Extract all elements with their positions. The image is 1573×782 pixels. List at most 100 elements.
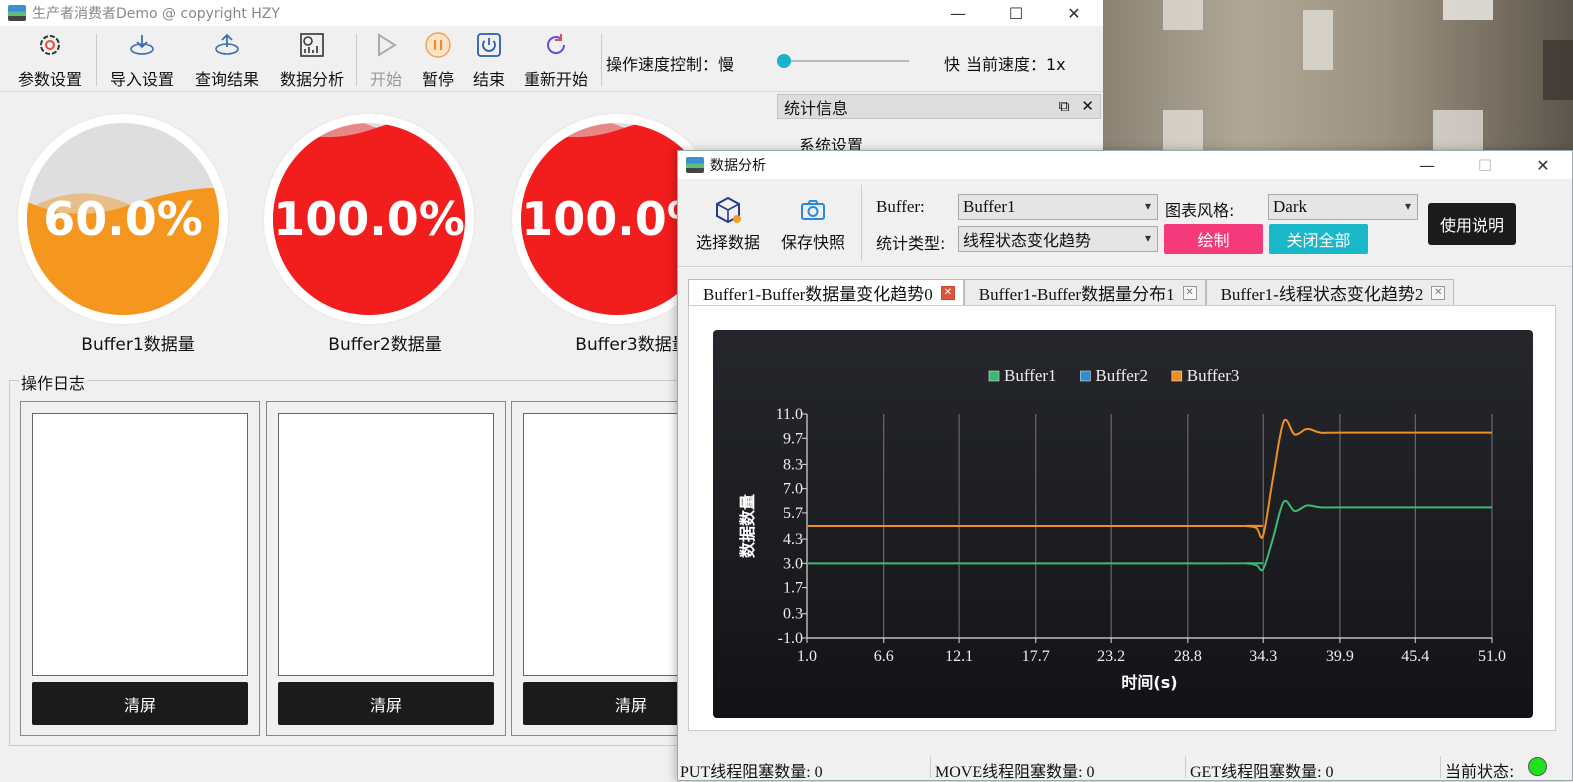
analysis-close-button[interactable]: ✕ [1514,151,1572,179]
close-icon[interactable]: ✕ [1182,286,1197,300]
legend-item-buffer2[interactable]: Buffer2 [1080,366,1148,385]
params-button[interactable]: 参数设置 [14,30,86,90]
buffer1-percent: 60.0% [43,192,203,246]
close-icon[interactable]: ✕ [1431,286,1446,300]
tab-distribution-1[interactable]: Buffer1-Buffer数据量分布1 ✕ [963,279,1206,305]
dashboard-icon [297,30,327,60]
stop-button[interactable]: 结束 [467,30,511,90]
play-icon [371,30,401,60]
chevron-down-icon: ▾ [1144,231,1151,245]
draw-button[interactable]: 绘制 [1164,224,1263,254]
y-tick-label: 3.0 [783,555,803,572]
close-icon[interactable]: ✕ [940,286,955,300]
log-panel-2: 清屏 [266,401,506,736]
chart-style-combo[interactable]: Dark ▾ [1268,194,1418,220]
app-icon [8,5,26,21]
select-data-button[interactable]: 选择数据 [696,195,760,253]
tab-content: Buffer1 Buffer2 Buffer3 1.0 6.6 12.1 17.7 23.2 2… [688,305,1556,731]
log-panel-1: 清屏 [20,401,260,736]
gear-icon [35,30,65,60]
speed-fast-label: 快 [944,55,961,74]
legend-item-buffer3[interactable]: Buffer3 [1171,366,1240,385]
chart-style-value: Dark [1273,197,1307,216]
log-textbox-1[interactable] [32,413,248,676]
get-blocked-count: GET线程阻塞数量: 0 [1190,764,1334,781]
analysis-button[interactable]: 数据分析 [276,30,348,90]
main-window-title: 生产者消费者Demo @ copyright HZY [32,6,280,22]
x-tick-label: 51.0 [1478,648,1506,665]
import-icon [127,30,157,60]
stop-label: 结束 [472,70,505,89]
buffer1-gauge: 60.0% [18,114,228,324]
import-label: 导入设置 [109,70,174,89]
query-button[interactable]: 查询结果 [191,30,263,90]
stats-dock-header: 统计信息 ⧉ ✕ [777,94,1101,119]
select-data-label: 选择数据 [696,233,761,252]
log-group-title: 操作日志 [19,370,88,394]
y-tick-label: 11.0 [776,406,803,423]
x-tick-label: 17.7 [1022,648,1050,665]
start-label: 开始 [369,70,402,89]
save-snapshot-button[interactable]: 保存快照 [781,195,845,253]
y-tick-label: 7.0 [783,481,803,498]
desktop-background [1103,0,1573,150]
analysis-maximize-button[interactable]: ☐ [1456,151,1514,179]
tab-thread-trend-2[interactable]: Buffer1-线程状态变化趋势2 ✕ [1205,279,1455,305]
clear-button-2[interactable]: 清屏 [278,682,494,725]
buffer2-percent: 100.0% [273,192,465,246]
y-tick-label: 9.7 [783,430,803,447]
query-label: 查询结果 [194,70,259,89]
tab-trend-0[interactable]: Buffer1-Buffer数据量变化趋势0 ✕ [688,279,964,305]
dock-close-icon[interactable]: ✕ [1081,97,1094,115]
analysis-label: 数据分析 [279,70,344,89]
start-button[interactable]: 开始 [364,30,408,90]
current-state-label: 当前状态: [1445,762,1515,781]
analysis-minimize-button[interactable]: — [1398,151,1456,179]
chart-style-label: 图表风格: [1165,201,1235,220]
camera-icon [798,195,828,225]
dock-float-icon[interactable]: ⧉ [1059,97,1070,115]
analysis-toolbar: 选择数据 保存快照 Buffer: Buffer1 ▾ 图表风格: Dark ▾… [678,179,1572,267]
close-all-button[interactable]: 关闭全部 [1269,224,1368,254]
buffer-label: Buffer: [876,197,925,216]
pause-icon [423,30,453,60]
log-textbox-2[interactable] [278,413,494,676]
buffer1-gauge-label: Buffer1数据量 [81,335,195,355]
stats-dock-title: 统计信息 [784,98,849,118]
legend-item-buffer1[interactable]: Buffer1 [988,366,1057,385]
x-tick-label: 1.0 [797,648,817,665]
stat-type-combo[interactable]: 线程状态变化趋势 ▾ [958,226,1158,252]
buffer2-gauge-label: Buffer2数据量 [328,335,442,355]
minimize-button[interactable]: — [929,0,987,26]
move-blocked-count: MOVE线程阻塞数量: 0 [935,764,1095,781]
analysis-window: 数据分析 — ☐ ✕ 选择数据 保存快照 Buffer: Buffer1 ▾ 图… [677,150,1573,781]
export-icon [212,30,242,60]
series-line-buffer3 [807,418,1492,539]
save-snapshot-label: 保存快照 [781,233,846,252]
chevron-down-icon: ▾ [1144,199,1151,213]
clear-button-1[interactable]: 清屏 [32,682,248,725]
tab-label: Buffer1-Buffer数据量分布1 [978,285,1175,304]
close-button[interactable]: ✕ [1045,0,1103,26]
speed-slow-label: 操作速度控制：慢 [606,55,735,74]
y-tick-label: 1.7 [783,580,803,597]
x-tick-label: 23.2 [1097,648,1125,665]
put-blocked-count: PUT线程阻塞数量: 0 [680,764,823,781]
speed-slider[interactable] [776,54,909,68]
y-tick-label: 8.3 [783,456,803,473]
pause-label: 暂停 [421,70,454,89]
legend-swatch [988,370,1000,382]
speed-slider-handle[interactable] [776,54,791,68]
stats-dock: 统计信息 ⧉ ✕ 系统设置 [777,94,1101,155]
y-axis-title: 数据数量 [738,494,757,558]
chevron-down-icon: ▾ [1404,199,1411,213]
analysis-titlebar: 数据分析 — ☐ ✕ [678,151,1572,179]
restart-button[interactable]: 重新开始 [518,30,594,90]
import-button[interactable]: 导入设置 [106,30,178,90]
help-button[interactable]: 使用说明 [1428,203,1516,245]
pause-button[interactable]: 暂停 [416,30,460,90]
buffer-combo[interactable]: Buffer1 ▾ [958,194,1158,220]
x-tick-label: 34.3 [1249,648,1277,665]
analysis-app-icon [686,157,704,173]
maximize-button[interactable]: ☐ [987,0,1045,26]
